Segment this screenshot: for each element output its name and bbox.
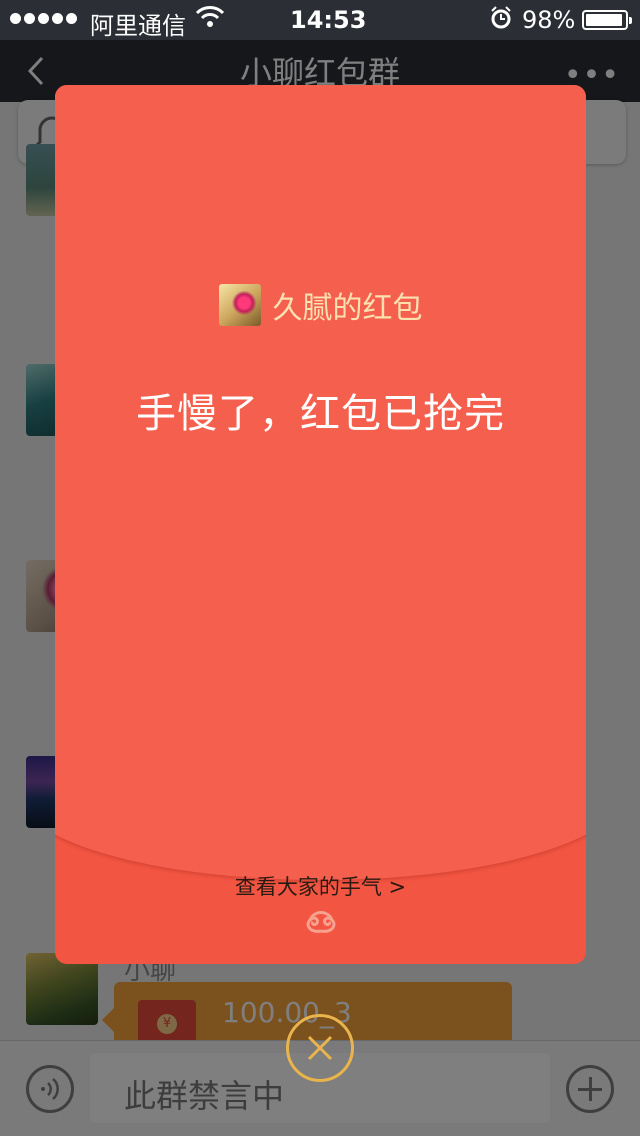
view-everyone-luck-link[interactable]: 查看大家的手气 > [55, 871, 586, 901]
red-packet-modal: 久腻的红包 手慢了，红包已抢完 查看大家的手气 > [55, 85, 586, 964]
carrier-name: 阿里通信 [90, 12, 186, 40]
close-icon [307, 1035, 333, 1061]
wifi-icon [195, 4, 225, 36]
clock: 14:53 [290, 6, 367, 34]
status-bar: 阿里通信 14:53 98% [0, 0, 640, 40]
alarm-icon [490, 6, 512, 36]
signal-strength-icon [10, 13, 77, 24]
battery-icon [582, 10, 632, 30]
close-modal-button[interactable] [286, 1014, 354, 1082]
packet-result-message: 手慢了，红包已抢完 [136, 391, 505, 437]
packet-sender-avatar [218, 284, 261, 326]
packet-sender-label: 久腻的红包 [272, 291, 423, 326]
packet-sender-line: 久腻的红包 [55, 283, 586, 327]
battery-percentage: 98% [522, 6, 576, 34]
auspicious-cloud-logo-icon [306, 911, 336, 933]
red-packet-flap [55, 85, 586, 880]
